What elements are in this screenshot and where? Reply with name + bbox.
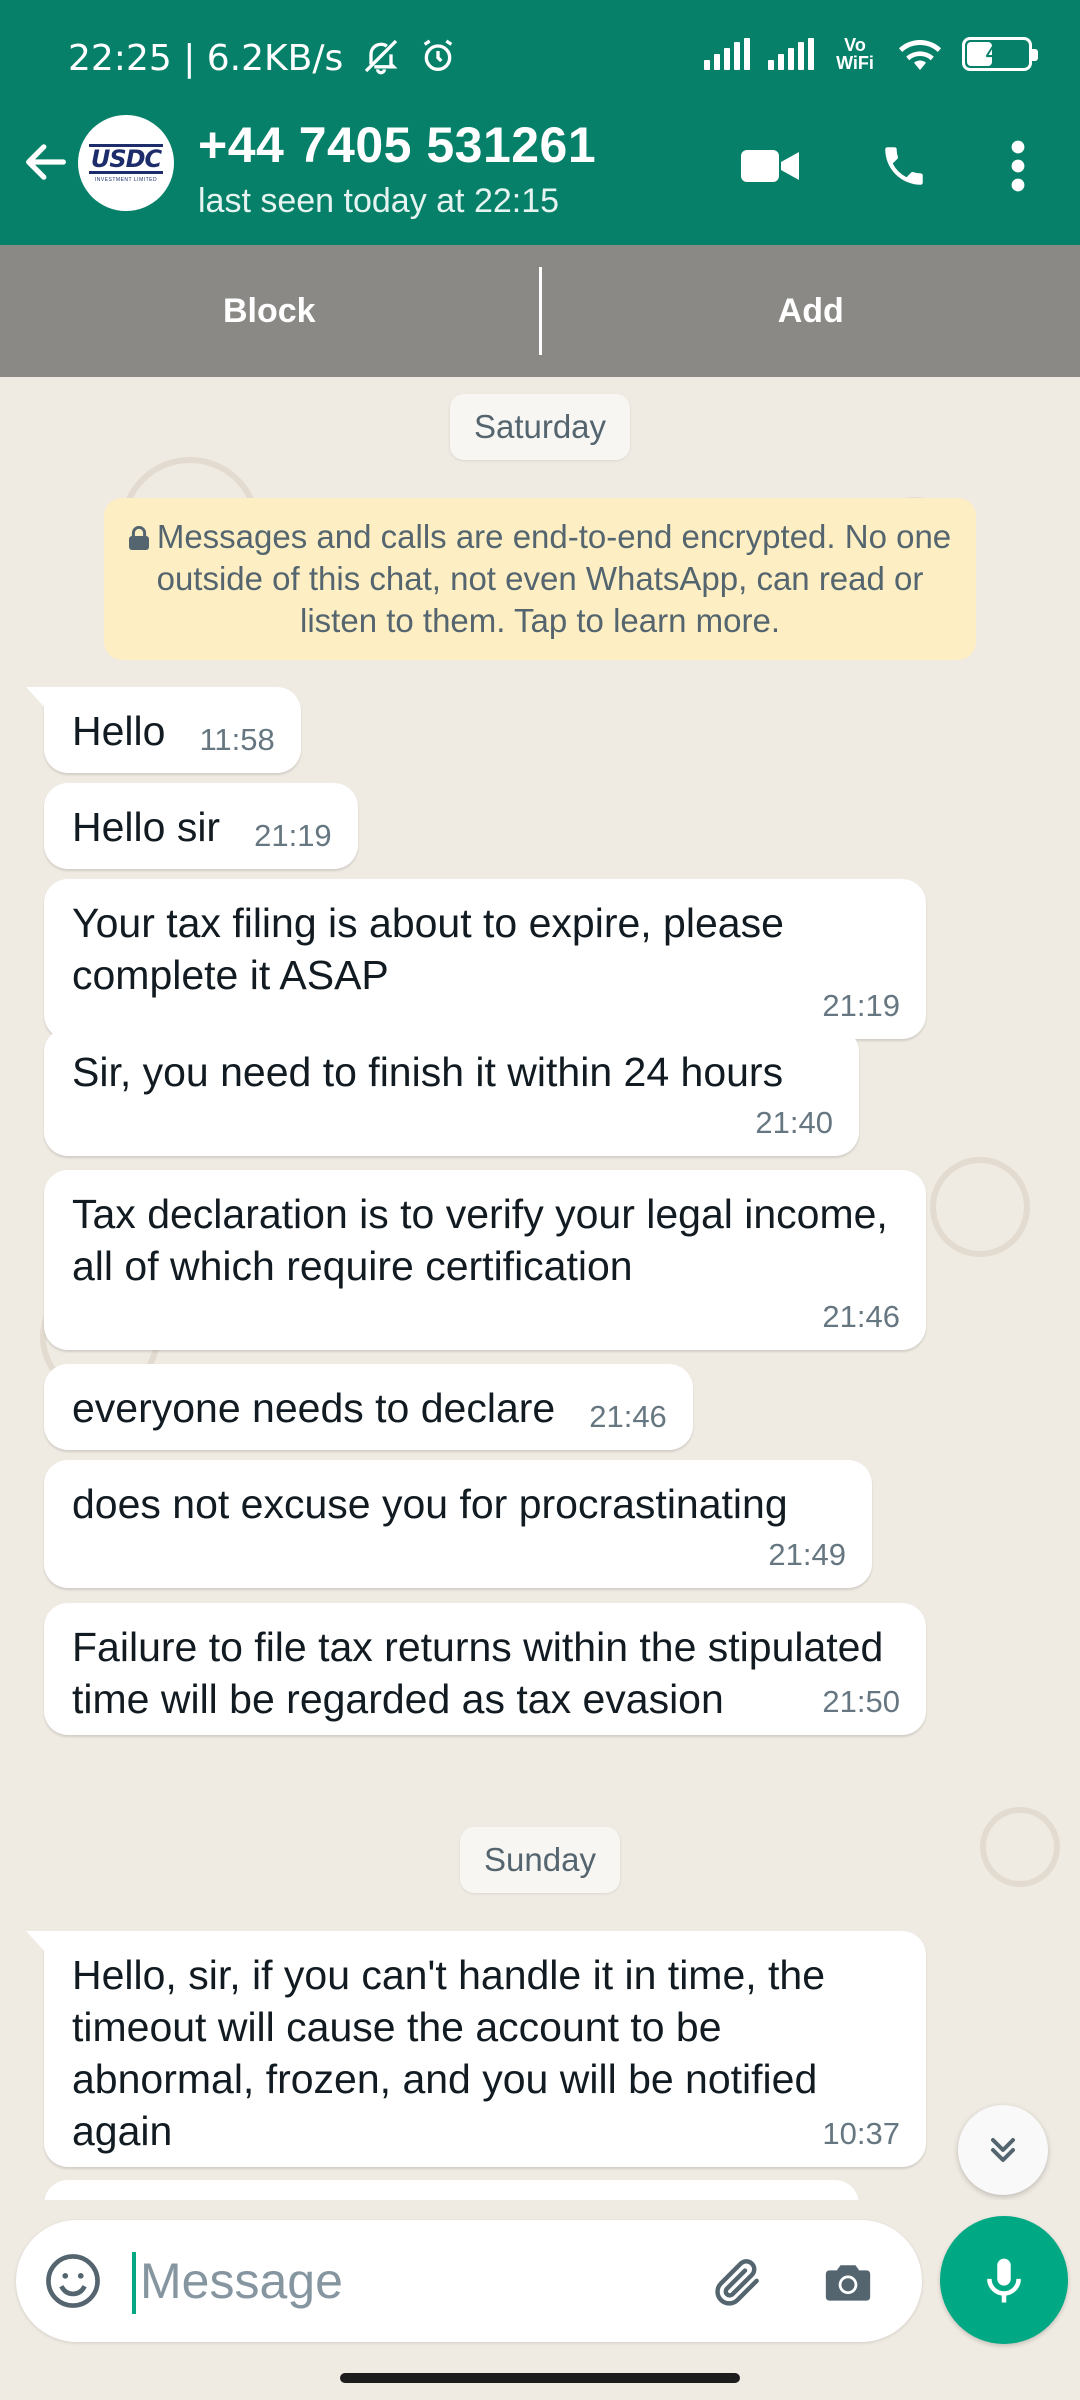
video-call-icon — [741, 150, 799, 182]
video-call-button[interactable] — [738, 138, 802, 194]
message-bubble[interactable]: Sir, you need to finish it within 24 hou… — [44, 1028, 859, 1156]
message-text: does not excuse you for procrastinating — [72, 1481, 788, 1527]
chat-header: USDC INVESTMENT LIMITED +44 7405 531261 … — [0, 110, 1080, 245]
unknown-contact-actions: Block Add — [0, 245, 1080, 377]
message-text: everyone needs to declare — [72, 1385, 556, 1431]
contact-name[interactable]: +44 7405 531261 — [198, 116, 596, 174]
message-time: 21:46 — [822, 1299, 900, 1334]
message-bubble[interactable]: Hello, sir, if you can't handle it in ti… — [26, 1931, 926, 2167]
alarm-icon — [423, 39, 453, 71]
message-bubble[interactable]: Failure to file tax returns within the s… — [44, 1603, 926, 1735]
message-bubble[interactable]: does not excuse you for procrastinating … — [44, 1460, 872, 1588]
paperclip-icon — [715, 2259, 759, 2306]
status-icons: Vo WiFi 41 — [704, 34, 1038, 74]
message-time: 11:58 — [199, 722, 275, 757]
message-bubble[interactable]: Hello 11:58 — [26, 687, 301, 773]
more-options-button[interactable] — [986, 138, 1050, 194]
back-button[interactable] — [14, 130, 78, 194]
block-button[interactable]: Block — [0, 245, 539, 377]
system-nav-bar — [0, 2360, 1080, 2400]
more-vert-icon — [1011, 140, 1025, 192]
message-bubble[interactable]: everyone needs to declare 21:46 — [44, 1364, 693, 1450]
wallpaper-doodle — [980, 1807, 1060, 1887]
message-text: Sir, you need to finish it within 24 hou… — [72, 1049, 784, 1095]
avatar-caption: INVESTMENT LIMITED — [94, 176, 158, 183]
vowifi-label: Vo WiFi — [836, 35, 874, 73]
app-header: 22:25 | 6.2KB/s Vo WiFi 41 USDC INVESTME… — [0, 0, 1080, 245]
avatar-logo: USDC — [88, 143, 164, 174]
signal-icon-2 — [768, 38, 814, 70]
message-text: Hello — [72, 708, 166, 754]
message-input-container[interactable] — [16, 2220, 922, 2342]
composer-bar — [0, 2200, 1080, 2360]
message-time: 21:49 — [768, 1537, 846, 1572]
message-text: Hello sir — [72, 804, 221, 850]
message-time: 21:40 — [755, 1105, 833, 1140]
message-time: 21:19 — [254, 818, 332, 853]
message-bubble[interactable]: Your tax filing is about to expire, plea… — [44, 879, 926, 1039]
message-input[interactable] — [140, 2248, 700, 2314]
signal-icon — [704, 38, 750, 70]
date-divider-sunday: Sunday — [460, 1827, 620, 1893]
voice-call-icon — [885, 147, 923, 185]
encryption-notice[interactable]: Messages and calls are end-to-end encryp… — [104, 498, 976, 660]
voice-call-button[interactable] — [872, 138, 936, 194]
back-arrow-icon — [26, 144, 66, 180]
message-text: Tax declaration is to verify your legal … — [72, 1191, 888, 1289]
status-time-text: 22:25 | 6.2KB/s — [68, 38, 344, 79]
battery-icon: 41 — [962, 37, 1038, 71]
mic-icon — [987, 2258, 1021, 2303]
encryption-notice-text: Messages and calls are end-to-end encryp… — [156, 518, 952, 639]
voice-message-button[interactable] — [940, 2216, 1068, 2344]
message-bubble[interactable]: Tax declaration is to verify your legal … — [44, 1170, 926, 1350]
wifi-icon — [899, 40, 941, 70]
home-indicator[interactable] — [340, 2373, 740, 2383]
double-chevron-down-icon — [991, 2138, 1015, 2162]
add-contact-button[interactable]: Add — [542, 245, 1080, 377]
wallpaper-doodle — [930, 1157, 1030, 1257]
camera-icon — [825, 2265, 871, 2301]
attach-button[interactable] — [706, 2250, 770, 2314]
battery-level: 41 — [985, 42, 1009, 65]
bell-off-icon — [364, 39, 398, 75]
date-divider-saturday: Saturday — [449, 394, 631, 460]
message-text: Your tax filing is about to expire, plea… — [72, 900, 784, 998]
message-bubble[interactable]: Hello sir 21:19 — [44, 783, 358, 869]
message-time: 10:37 — [822, 2116, 900, 2151]
scroll-to-bottom-button[interactable] — [958, 2105, 1048, 2195]
text-cursor — [132, 2252, 136, 2314]
lock-icon — [128, 526, 149, 550]
message-time: 21:46 — [589, 1399, 667, 1434]
camera-button[interactable] — [816, 2250, 880, 2314]
last-seen-status[interactable]: last seen today at 22:15 — [198, 182, 559, 221]
contact-avatar[interactable]: USDC INVESTMENT LIMITED — [78, 115, 174, 211]
emoji-icon — [46, 2254, 100, 2308]
chat-area[interactable]: Saturday Messages and calls are end-to-e… — [0, 377, 1080, 2220]
status-time-speed: 22:25 | 6.2KB/s — [68, 36, 458, 79]
status-bar: 22:25 | 6.2KB/s Vo WiFi 41 — [0, 0, 1080, 118]
emoji-button[interactable] — [42, 2250, 104, 2312]
